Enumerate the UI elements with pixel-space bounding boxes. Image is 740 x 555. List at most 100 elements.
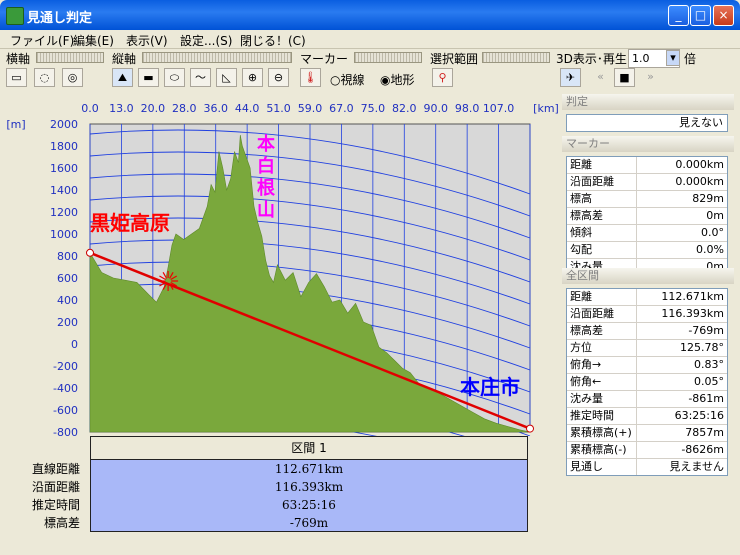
zoom-fit-icon[interactable]: ◎ (62, 68, 83, 87)
place-label: 根 (257, 177, 275, 199)
selection-slider[interactable] (482, 52, 550, 63)
all-section-value: -769m (688, 324, 724, 337)
x-tick-label: 98.0 (455, 102, 480, 115)
marker-key: 標高差 (570, 208, 637, 224)
zoom-icon[interactable]: ◌ (34, 68, 55, 87)
y-tick-label: 600 (57, 272, 78, 285)
interval-straight-distance: 112.671km (274, 462, 344, 476)
ellipse-icon[interactable]: ⬭ (164, 68, 185, 87)
slope-icon[interactable]: ◺ (216, 68, 237, 87)
marker-value: 0.0% (696, 243, 724, 256)
place-label: 白 (257, 155, 275, 177)
menu-view[interactable]: 表示(V) (126, 32, 168, 49)
speed-unit: 倍 (684, 52, 697, 66)
marker-row: 標高 829m (567, 191, 727, 208)
marker-key: 沿面距離 (570, 174, 637, 190)
y-tick-label: 200 (57, 316, 78, 329)
marker-key: 距離 (570, 157, 637, 173)
zoom-in-icon[interactable]: ⊕ (242, 68, 263, 87)
menu-edit[interactable]: 編集(E) (73, 32, 114, 49)
all-section-row: 沿面距離 116.393km (567, 306, 727, 323)
thermometer-icon[interactable]: 🌡 (300, 68, 321, 87)
all-section-key: 累積標高(-) (570, 442, 637, 458)
place-label: 本庄市 (460, 375, 520, 399)
flat-profile-icon[interactable]: ▬ (138, 68, 159, 87)
interval-summary-table: 区間 1 112.671km 116.393km 63:25:16 -769m (90, 436, 528, 532)
x-tick-label: 51.0 (266, 102, 291, 115)
interval-estimated-time: 63:25:16 (282, 498, 336, 512)
stop-icon[interactable]: ■ (614, 68, 635, 87)
horizontal-axis-slider[interactable] (36, 52, 104, 63)
marker-slider[interactable] (354, 52, 422, 63)
y-tick-label: -600 (53, 404, 78, 417)
all-section-head: 全区間 (562, 268, 734, 284)
y-tick-label: -400 (53, 382, 78, 395)
marker-table: 距離 0.000km 沿面距離 0.000km 標高 829m 標高差 0m 傾斜 0.0° 勾配 0… (566, 156, 728, 276)
3d-view-icon[interactable]: ✈ (560, 68, 581, 87)
place-label: 山 (257, 200, 275, 221)
playback-label: 3D表示･再生 (556, 52, 627, 66)
y-tick-label: 1200 (50, 206, 78, 219)
all-section-row: 累積標高(+) 7857m (567, 425, 727, 442)
zoom-out-icon[interactable]: ⊖ (268, 68, 289, 87)
all-section-value: 116.393km (661, 307, 724, 320)
y-unit-label: [m] (6, 118, 25, 131)
y-tick-label: 1800 (50, 140, 78, 153)
start-marker (86, 248, 94, 257)
marker-key: 勾配 (570, 242, 637, 258)
radio-terrain[interactable]: ◉地形 (380, 71, 415, 88)
x-tick-label: 44.0 (235, 102, 260, 115)
marker-row: 勾配 0.0% (567, 242, 727, 259)
all-section-value: 7857m (685, 426, 724, 439)
title-bar: 見通し判定 _ □ × (0, 0, 740, 30)
selection-label: 選択範囲 (430, 52, 479, 66)
menu-bar: ファイル(F) 編集(E) 表示(V) 設定...(S) 閉じる！(C) (0, 30, 740, 49)
close-button[interactable]: × (713, 5, 734, 26)
forward-icon[interactable]: » (640, 68, 661, 87)
label-straight-distance: 直線距離 (31, 462, 80, 476)
place-label: 黒姫高原 (90, 211, 170, 235)
all-section-key: 沿面距離 (570, 306, 637, 322)
all-section-row: 累積標高(-) -8626m (567, 442, 727, 459)
judgement-head: 判定 (562, 94, 734, 110)
y-tick-label: 1400 (50, 184, 78, 197)
x-tick-label: 28.0 (172, 102, 197, 115)
y-tick-label: 1000 (50, 228, 78, 241)
elevation-profile-chart[interactable]: 0.0 13.0 20.0 28.0 36.0 44.0 51.0 59.0 67.0 75.0 8… (4, 96, 560, 436)
minimize-button[interactable]: _ (668, 5, 689, 26)
app-icon (6, 7, 24, 25)
all-section-row: 標高差 -769m (567, 323, 727, 340)
marker-value: 0.0° (701, 226, 724, 239)
all-section-key: 累積標高(+) (570, 425, 637, 441)
curve-icon[interactable]: 〜 (190, 68, 211, 87)
all-section-row: 距離 112.671km (567, 289, 727, 306)
menu-file[interactable]: ファイル(F) (10, 32, 74, 49)
label-estimated-time: 推定時間 (31, 498, 80, 512)
place-label: 本 (257, 133, 275, 155)
rewind-icon[interactable]: « (590, 68, 611, 87)
all-section-row: 推定時間 63:25:16 (567, 408, 727, 425)
end-marker (526, 424, 534, 433)
menu-close[interactable]: 閉じる！(C) (240, 32, 306, 49)
all-section-key: 推定時間 (570, 408, 637, 424)
selection-marker-icon[interactable]: ⚲ (432, 68, 453, 87)
x-unit-label: [km] (533, 102, 559, 115)
all-section-value: 0.83° (694, 358, 724, 371)
y-tick-label: 2000 (50, 118, 78, 131)
menu-settings[interactable]: 設定...(S) (180, 32, 232, 49)
all-section-key: 距離 (570, 289, 637, 305)
mountain-profile-icon[interactable]: ⛰ (112, 68, 133, 87)
radio-sightline[interactable]: ○視線 (330, 71, 365, 88)
marker-value: 829m (692, 192, 724, 205)
all-section-key: 方位 (570, 340, 637, 356)
all-section-value: 0.05° (694, 375, 724, 388)
ruler-icon[interactable]: ▭ (6, 68, 27, 87)
chevron-down-icon[interactable]: ▾ (666, 50, 680, 66)
x-tick-label: 13.0 (109, 102, 134, 115)
all-section-value: 63:25:16 (674, 409, 724, 422)
maximize-button[interactable]: □ (690, 5, 711, 26)
marker-value: 0.000km (675, 158, 724, 171)
judgement-value: 見えない (566, 114, 728, 132)
vertical-axis-slider[interactable] (142, 52, 292, 63)
all-section-value: 125.78° (680, 341, 724, 354)
